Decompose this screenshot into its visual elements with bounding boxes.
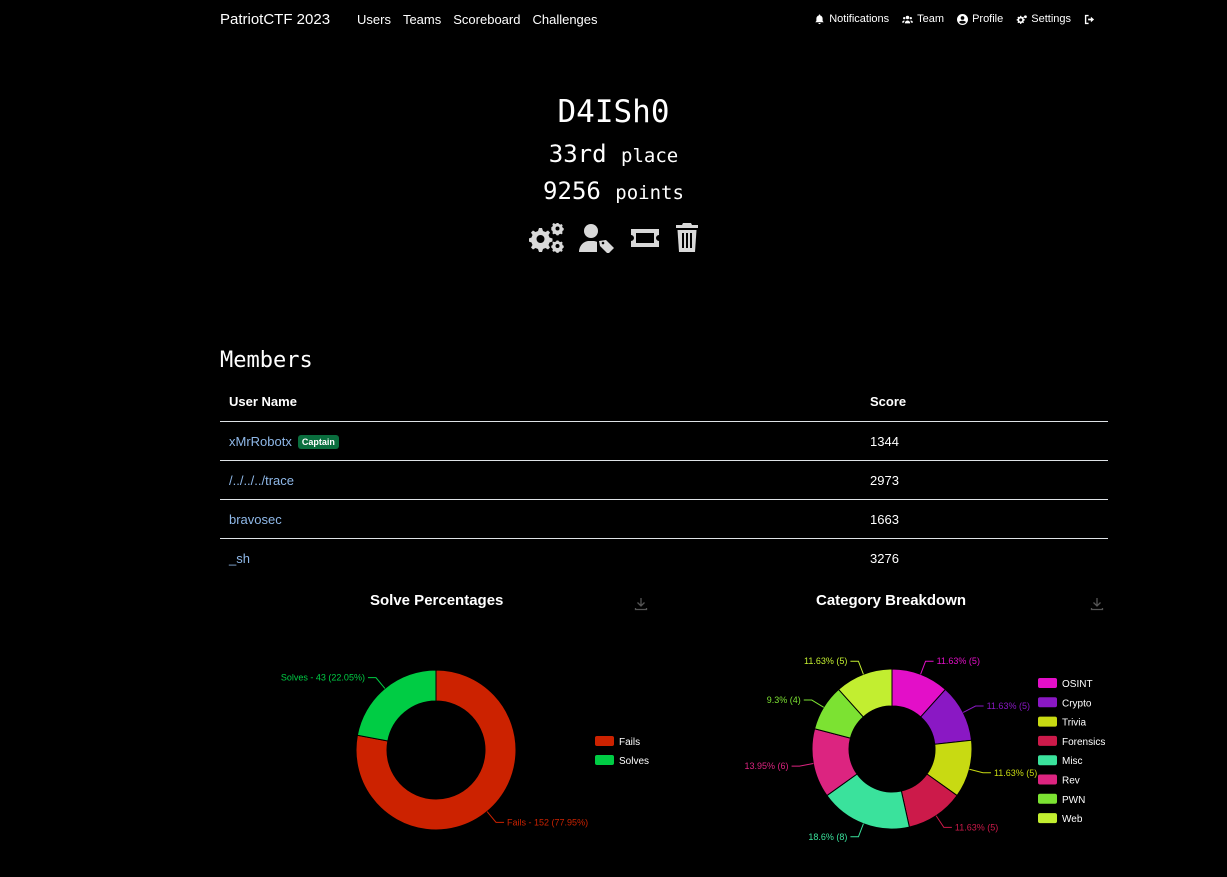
- slice-label: 9.3% (4): [767, 695, 801, 705]
- slice-label: Solves - 43 (22.05%): [281, 673, 365, 683]
- label-leader: [850, 823, 864, 838]
- legend-label: Solves: [619, 756, 649, 767]
- label-leader: [367, 677, 386, 689]
- legend-label: Misc: [1062, 756, 1083, 767]
- slice-label: 11.63% (5): [937, 656, 980, 666]
- legend-label: PWN: [1062, 795, 1085, 806]
- slice-label: 11.63% (5): [994, 768, 1037, 778]
- slice-label: 13.95% (6): [745, 761, 789, 771]
- legend-swatch: [1038, 678, 1057, 688]
- slice-solves: [356, 669, 437, 742]
- legend-label: OSINT: [1062, 679, 1093, 690]
- legend-swatch: [595, 736, 614, 746]
- legend-swatch: [595, 755, 614, 765]
- legend-swatch: [1038, 697, 1057, 708]
- label-leader: [962, 705, 984, 713]
- legend-swatch: [1038, 813, 1057, 824]
- legend-swatch: [1038, 735, 1057, 746]
- legend-label: Forensics: [1062, 737, 1105, 748]
- label-leader: [935, 815, 952, 828]
- slice-label: Fails - 152 (77.95%): [507, 817, 588, 827]
- legend-label: Crypto: [1062, 698, 1092, 709]
- label-leader: [969, 768, 991, 774]
- legend-label: Trivia: [1062, 718, 1087, 729]
- legend-swatch: [1038, 774, 1057, 785]
- label-leader: [791, 763, 814, 767]
- label-leader: [803, 699, 824, 708]
- slice-label: 11.63% (5): [804, 656, 847, 666]
- label-leader: [486, 811, 505, 823]
- legend-swatch: [1038, 716, 1057, 727]
- charts-canvas: Fails - 152 (77.95%) Solves - 43 (22.05%)…: [281, 656, 1105, 842]
- slice-label: 11.63% (5): [955, 822, 998, 832]
- legend-label: Rev: [1062, 776, 1080, 787]
- slice-label: 11.63% (5): [987, 701, 1030, 711]
- label-leader: [850, 660, 864, 675]
- slice-label: 18.6% (8): [808, 832, 847, 842]
- legend-label: Fails: [619, 737, 640, 748]
- legend-swatch: [1038, 793, 1057, 804]
- legend-label: Web: [1062, 814, 1083, 825]
- legend-swatch: [1038, 755, 1057, 766]
- label-leader: [920, 660, 934, 675]
